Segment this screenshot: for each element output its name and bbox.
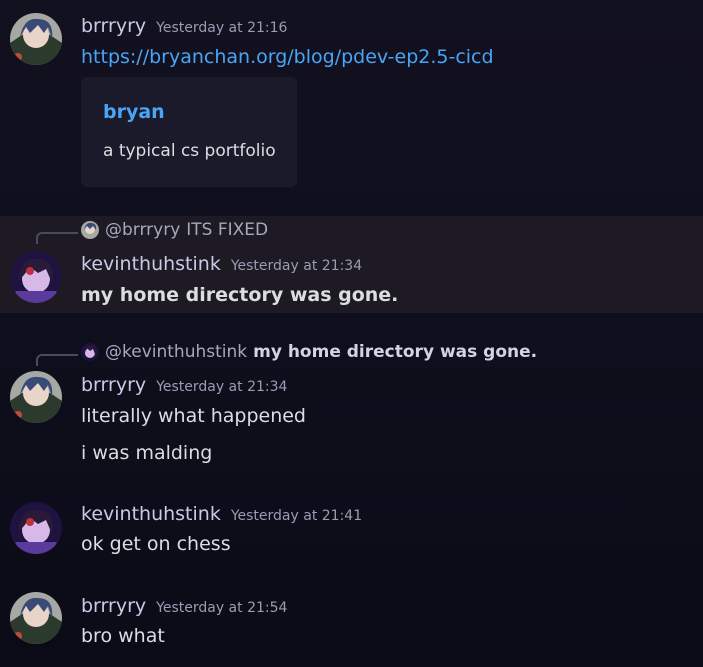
username-text[interactable]: kevinthuhstink bbox=[81, 253, 221, 275]
user-avatar-brrryry[interactable] bbox=[10, 592, 62, 644]
reply-avatar bbox=[81, 343, 99, 361]
username-text[interactable]: brrryry bbox=[81, 374, 146, 396]
username[interactable]: brrryry Yesterday at 21:16 bbox=[81, 15, 287, 37]
username-text[interactable]: kevinthuhstink bbox=[81, 503, 221, 525]
message-text: my home directory was gone. bbox=[81, 284, 399, 306]
timestamp: Yesterday at 21:54 bbox=[156, 600, 288, 616]
user-avatar-kevinthuhstink[interactable] bbox=[10, 502, 62, 554]
chat-log: brrryry Yesterday at 21:16 https://bryanc… bbox=[0, 0, 703, 667]
message-link[interactable]: https://bryanchan.org/blog/pdev-ep2.5-ci… bbox=[81, 46, 494, 68]
reply-mention[interactable]: @kevinthuhstink bbox=[105, 342, 247, 362]
avatar-image bbox=[10, 371, 62, 423]
message-text: ok get on chess bbox=[81, 533, 231, 555]
message-2: @brrryry ITS FIXED kevinthuhstink Yesterd… bbox=[0, 216, 703, 313]
username[interactable]: brrryry Yesterday at 21:54 bbox=[81, 595, 287, 617]
embed-description: a typical cs portfolio bbox=[103, 141, 276, 161]
message-1: brrryry Yesterday at 21:16 https://bryanc… bbox=[0, 0, 703, 200]
reply-content: ITS FIXED bbox=[186, 220, 269, 240]
reply-connector bbox=[36, 232, 78, 244]
user-avatar-brrryry[interactable] bbox=[10, 13, 62, 65]
reply-preview[interactable]: @brrryry ITS FIXED bbox=[81, 220, 268, 240]
avatar-image bbox=[10, 251, 62, 303]
reply-content: my home directory was gone. bbox=[253, 342, 538, 362]
message-text: literally what happened bbox=[81, 405, 306, 427]
username[interactable]: brrryry Yesterday at 21:34 bbox=[81, 374, 287, 396]
reply-mention[interactable]: @brrryry bbox=[105, 220, 180, 240]
timestamp: Yesterday at 21:34 bbox=[230, 258, 363, 274]
username-text[interactable]: brrryry bbox=[81, 15, 146, 37]
link-embed: bryan a typical cs portfolio bbox=[81, 77, 297, 187]
avatar-image bbox=[10, 592, 62, 644]
embed-title[interactable]: bryan bbox=[103, 101, 165, 123]
reply-avatar bbox=[81, 221, 99, 239]
user-avatar-kevinthuhstink[interactable] bbox=[10, 251, 62, 303]
avatar-image bbox=[10, 502, 62, 554]
avatar-image bbox=[10, 13, 62, 65]
message-text: i was malding bbox=[81, 442, 213, 464]
timestamp: Yesterday at 21:41 bbox=[230, 508, 363, 524]
reply-preview[interactable]: @kevinthuhstink my home directory was go… bbox=[81, 342, 537, 362]
username[interactable]: kevinthuhstink Yesterday at 21:41 bbox=[81, 503, 362, 525]
message-4: kevinthuhstink Yesterday at 21:41 ok get … bbox=[0, 500, 703, 570]
timestamp: Yesterday at 21:34 bbox=[156, 379, 288, 395]
username[interactable]: kevinthuhstink Yesterday at 21:34 bbox=[81, 253, 362, 275]
timestamp: Yesterday at 21:16 bbox=[156, 20, 288, 36]
username-text[interactable]: brrryry bbox=[81, 595, 146, 617]
message-text: bro what bbox=[81, 625, 165, 647]
message-3: @kevinthuhstink my home directory was go… bbox=[0, 338, 703, 478]
user-avatar-brrryry[interactable] bbox=[10, 371, 62, 423]
reply-connector bbox=[36, 354, 78, 366]
message-5: brrryry Yesterday at 21:54 bro what bbox=[0, 592, 703, 662]
